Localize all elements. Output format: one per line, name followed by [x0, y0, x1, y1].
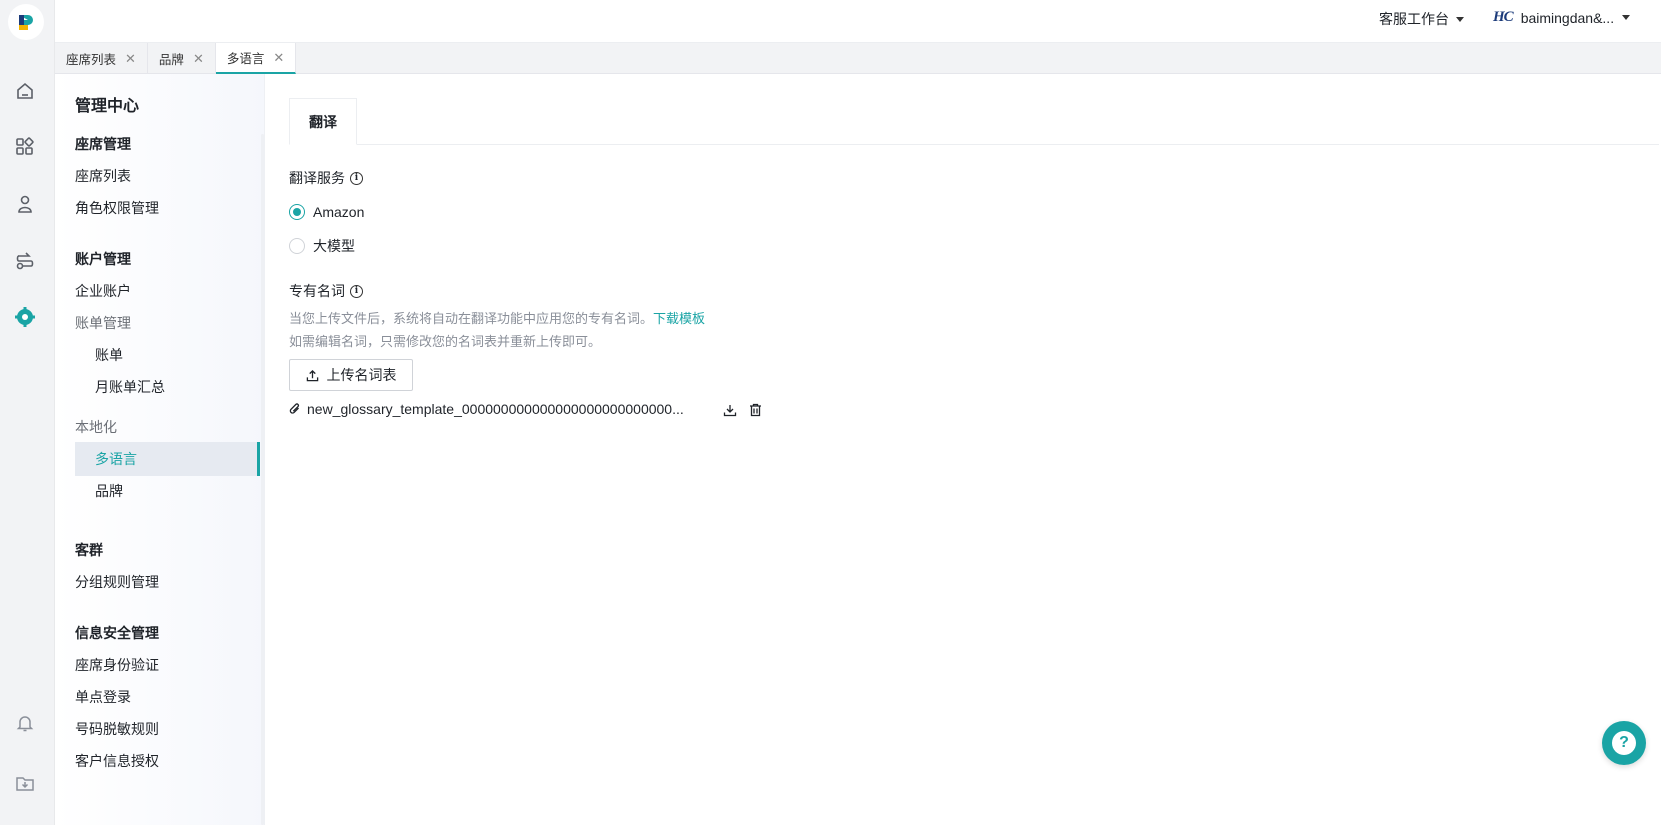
caret-down-icon — [1622, 15, 1631, 20]
download-template-link[interactable]: 下载模板 — [653, 311, 705, 326]
tab-label: 多语言 — [226, 52, 265, 66]
menu-item-customer-auth[interactable]: 客户信息授权 — [75, 751, 159, 771]
tab-label: 座席列表 — [66, 53, 117, 67]
translate-service-text: 翻译服务 — [289, 170, 345, 186]
workspace-label: 客服工作台 — [1379, 11, 1449, 27]
icon-rail — [0, 0, 55, 825]
radio-checked-icon[interactable] — [289, 204, 305, 220]
user-menu[interactable]: HC baimingdan&... — [1493, 9, 1631, 26]
page-tabs: 座席列表 ✕ 品牌 ✕ 多语言 ✕ — [55, 43, 1661, 74]
radio-unchecked-icon[interactable] — [289, 238, 305, 254]
info-icon[interactable]: i — [350, 171, 363, 185]
close-icon[interactable]: ✕ — [273, 50, 284, 66]
menu-item-multilingual[interactable]: 多语言 — [75, 442, 260, 476]
upload-button-label: 上传名词表 — [326, 367, 397, 383]
bell-icon[interactable] — [13, 711, 37, 735]
glossary-label: 专有名词 i — [289, 281, 363, 301]
menu-item-group-rules[interactable]: 分组规则管理 — [75, 572, 159, 592]
side-menu-scrollbar[interactable] — [261, 134, 264, 825]
translate-service-label: 翻译服务 i — [289, 168, 363, 188]
menu-item-brand[interactable]: 品牌 — [95, 481, 123, 501]
radio-amazon[interactable]: Amazon — [289, 204, 364, 220]
caret-down-icon — [1456, 16, 1464, 22]
tab-label: 品牌 — [158, 53, 184, 67]
apps-icon[interactable] — [13, 135, 37, 159]
contacts-icon[interactable] — [13, 192, 37, 216]
settings-icon[interactable] — [13, 305, 37, 329]
app-logo-icon[interactable] — [8, 4, 44, 40]
help-icon: ? — [1612, 731, 1636, 755]
help-button[interactable]: ? — [1602, 721, 1646, 765]
glossary-text: 专有名词 — [289, 283, 345, 299]
download-icon[interactable] — [723, 403, 737, 417]
menu-title: 管理中心 — [75, 98, 140, 115]
info-icon[interactable]: i — [350, 284, 363, 298]
menu-item-monthly-bill[interactable]: 月账单汇总 — [95, 377, 165, 397]
menu-item-role-permissions[interactable]: 角色权限管理 — [75, 198, 159, 218]
radio-label: 大模型 — [313, 238, 355, 254]
main-content: 翻译 翻译服务 i Amazon 大模型 专有名词 i 当您上传文件后，系统将自… — [265, 74, 1661, 825]
file-name: new_glossary_template_000000000000000000… — [307, 401, 684, 417]
menu-item-number-mask[interactable]: 号码脱敏规则 — [75, 719, 159, 739]
home-icon[interactable] — [13, 79, 37, 103]
delete-icon[interactable] — [749, 403, 762, 417]
uploaded-file: new_glossary_template_000000000000000000… — [289, 401, 684, 417]
menu-group-customer: 客群 — [75, 542, 103, 558]
upload-icon — [306, 369, 318, 381]
menu-item-seat-auth[interactable]: 座席身份验证 — [75, 655, 159, 675]
menu-item-localization[interactable]: 本地化 — [75, 417, 117, 437]
desc-text: 当您上传文件后，系统将自动在翻译功能中应用您的专有名词。 — [289, 311, 654, 326]
menu-group-seat: 座席管理 — [75, 136, 131, 152]
radio-label: Amazon — [313, 204, 365, 220]
glossary-description-1: 当您上传文件后，系统将自动在翻译功能中应用您的专有名词。下载模板 — [289, 308, 705, 327]
menu-group-infosec: 信息安全管理 — [75, 625, 159, 641]
workflow-icon[interactable] — [13, 249, 37, 273]
tab-multilingual[interactable]: 多语言 ✕ — [215, 43, 297, 74]
menu-item-bill[interactable]: 账单 — [95, 345, 123, 365]
menu-group-account: 账户管理 — [75, 251, 131, 267]
admin-side-menu: 管理中心 座席管理 座席列表 角色权限管理 账户管理 企业账户 账单管理 账单 … — [55, 74, 265, 825]
download-box-icon[interactable] — [13, 771, 37, 795]
menu-item-enterprise-account[interactable]: 企业账户 — [75, 281, 131, 301]
radio-llm[interactable]: 大模型 — [289, 236, 355, 256]
file-actions — [723, 403, 762, 417]
company-logo: HC — [1493, 9, 1514, 25]
tab-seat-list[interactable]: 座席列表 ✕ — [55, 43, 148, 74]
menu-item-sso[interactable]: 单点登录 — [75, 687, 131, 707]
upload-glossary-button[interactable]: 上传名词表 — [289, 359, 413, 391]
content-tab-divider — [289, 144, 1659, 145]
user-name: baimingdan&... — [1520, 9, 1615, 26]
tab-translate[interactable]: 翻译 — [289, 98, 357, 145]
close-icon[interactable]: ✕ — [193, 51, 204, 67]
workspace-dropdown[interactable]: 客服工作台 — [1379, 9, 1464, 29]
menu-item-billing[interactable]: 账单管理 — [75, 313, 131, 333]
tab-brand[interactable]: 品牌 ✕ — [148, 43, 216, 74]
top-bar: 客服工作台 HC baimingdan&... — [55, 0, 1661, 43]
paperclip-icon — [289, 403, 300, 414]
glossary-description-2: 如需编辑名词，只需修改您的名词表并重新上传即可。 — [289, 334, 602, 349]
close-icon[interactable]: ✕ — [125, 51, 136, 67]
menu-item-seat-list[interactable]: 座席列表 — [75, 166, 131, 186]
